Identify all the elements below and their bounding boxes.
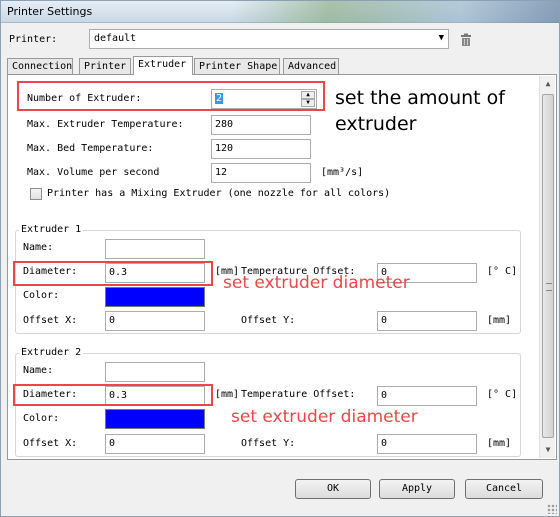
annotation-box-extruder-count [17,81,325,111]
printer-select-value: default [94,33,137,44]
annotation-text-diameter-2: set extruder diameter [231,407,418,427]
extruder-1-title: Extruder 1 [19,224,84,235]
max-extruder-temp-input[interactable]: 280 [211,115,311,135]
extruder-2-color-swatch[interactable] [105,409,205,429]
annotation-text-amount-line2: extruder [335,113,417,135]
annotation-box-diameter-2 [13,384,213,406]
dropdown-arrow-icon[interactable]: ▼ [439,31,444,45]
extruder-2-name-label: Name: [23,365,54,376]
max-volume-input[interactable]: 12 [211,163,311,183]
window-title: Printer Settings [7,5,93,18]
extruder-1-temp-unit: [° C] [487,266,518,277]
extruder-1-offset-x-label: Offset X: [23,315,78,326]
extruder-2-name-input[interactable] [105,362,205,382]
trash-icon[interactable] [459,33,473,47]
mixing-extruder-label: Printer has a Mixing Extruder (one nozzl… [47,188,391,199]
ok-button[interactable]: OK [295,479,371,499]
extruder-2-temp-unit: [° C] [487,389,518,400]
scrollbar-grip-icon [546,283,552,291]
max-volume-unit: [mm³/s] [321,167,364,178]
title-bar-background [231,1,559,23]
tab-printer-shape[interactable]: Printer Shape [194,58,280,75]
extruder-2-offset-x-input[interactable]: 0 [105,434,205,454]
extruder-1-offset-y-label: Offset Y: [241,315,296,326]
vertical-scrollbar[interactable]: ▲ ▼ [539,76,555,458]
max-extruder-temp-label: Max. Extruder Temperature: [27,119,184,130]
resize-grip-icon[interactable] [547,504,557,514]
extruder-1-offset-y-input[interactable]: 0 [377,311,477,331]
annotation-text-diameter-1: set extruder diameter [223,273,410,293]
apply-button[interactable]: Apply [379,479,455,499]
annotation-box-diameter-1 [13,261,213,286]
tab-extruder[interactable]: Extruder [133,56,193,75]
max-bed-temp-label: Max. Bed Temperature: [27,143,154,154]
extruder-1-color-label: Color: [23,290,60,301]
annotation-text-amount-line1: set the amount of [335,87,505,109]
extruder-2-temp-offset-label: Temperature Offset: [241,389,356,400]
max-volume-label: Max. Volume per second [27,167,160,178]
mixing-extruder-checkbox[interactable] [30,188,42,200]
extruder-1-offset-unit: [mm] [487,315,512,326]
extruder-2-offset-x-label: Offset X: [23,438,78,449]
printer-label: Printer: [9,34,58,45]
extruder-1-name-input[interactable] [105,239,205,259]
extruder-2-temp-offset-input[interactable]: 0 [377,386,477,406]
extruder-2-diameter-unit: [mm] [215,389,240,400]
extruder-1-color-swatch[interactable] [105,287,205,307]
tab-advanced[interactable]: Advanced [283,58,339,75]
extruder-2-offset-y-label: Offset Y: [241,438,296,449]
scroll-up-icon[interactable]: ▲ [540,76,556,92]
tab-connection[interactable]: Connection [7,58,73,75]
extruder-1-offset-x-input[interactable]: 0 [105,311,205,331]
scrollbar-thumb[interactable] [542,94,554,438]
extruder-2-color-label: Color: [23,413,60,424]
extruder-2-offset-unit: [mm] [487,438,512,449]
tab-printer[interactable]: Printer [79,58,131,75]
scroll-down-icon[interactable]: ▼ [540,442,556,458]
extruder-2-title: Extruder 2 [19,347,84,358]
printer-settings-window: Printer Settings Printer: default ▼ Conn… [0,0,560,517]
printer-select[interactable]: default ▼ [89,29,449,49]
max-bed-temp-input[interactable]: 120 [211,139,311,159]
title-bar[interactable]: Printer Settings [1,1,559,23]
extruder-1-name-label: Name: [23,242,54,253]
cancel-button[interactable]: Cancel [465,479,543,499]
extruder-2-offset-y-input[interactable]: 0 [377,434,477,454]
